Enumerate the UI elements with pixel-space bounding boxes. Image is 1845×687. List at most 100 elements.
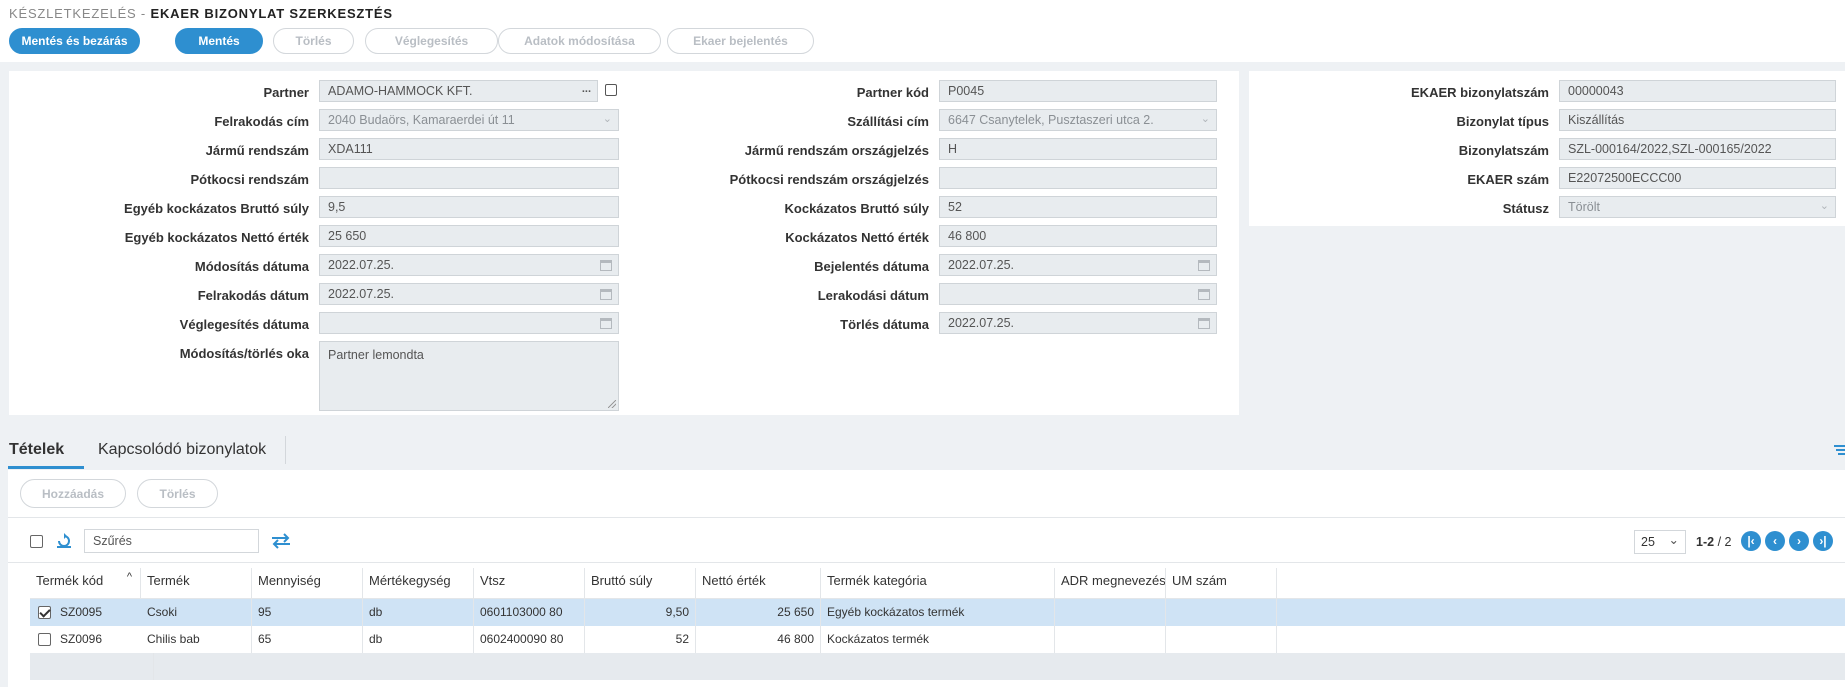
cell-vtsz: 0602400090 80 xyxy=(474,626,585,653)
column-header-category[interactable]: Termék kategória xyxy=(821,568,1055,598)
cell-net-value: 46 800 xyxy=(696,626,821,653)
risky-gross-weight-label: Kockázatos Bruttó súly xyxy=(784,201,929,216)
last-page-icon[interactable]: ›| xyxy=(1813,531,1833,551)
column-header-product[interactable]: Termék xyxy=(141,568,252,598)
calendar-icon[interactable] xyxy=(1198,260,1210,271)
breadcrumb: KÉSZLETKEZELÉS - EKAER BIZONYLAT SZERKES… xyxy=(9,6,393,21)
ellipsis-icon[interactable]: ... xyxy=(582,83,591,95)
ekaer-doc-number-field[interactable]: 00000043 xyxy=(1559,80,1836,102)
trailer-country-field[interactable] xyxy=(939,167,1217,189)
partner-code-field[interactable]: P0045 xyxy=(939,80,1217,102)
empty-row xyxy=(30,653,1845,680)
column-header-um-number[interactable]: UM szám xyxy=(1166,568,1277,598)
calendar-icon[interactable] xyxy=(600,289,612,300)
partner-value: ADAMO-HAMMOCK KFT. xyxy=(328,84,473,98)
calendar-icon[interactable] xyxy=(600,318,612,329)
trailer-plate-field[interactable] xyxy=(319,167,619,189)
toolbar-divider xyxy=(8,517,1845,518)
column-header-vtsz[interactable]: Vtsz xyxy=(474,568,585,598)
unloading-date-field[interactable] xyxy=(939,283,1217,305)
row-checkbox[interactable] xyxy=(38,633,51,646)
first-page-icon[interactable]: |‹ xyxy=(1741,531,1761,551)
partner-field[interactable]: ADAMO-HAMMOCK KFT.... xyxy=(319,80,598,102)
ekaer-number-field[interactable]: E22072500ECCC00 xyxy=(1559,167,1836,189)
modification-date-field[interactable]: 2022.07.25. xyxy=(319,254,619,276)
chevron-down-icon: ⌄ xyxy=(1200,113,1210,125)
cell-um-number xyxy=(1166,599,1277,626)
save-and-close-button[interactable]: Mentés és bezárás xyxy=(9,28,140,54)
pager-total: / 2 xyxy=(1717,535,1732,549)
tab-related-documents[interactable]: Kapcsolódó bizonylatok xyxy=(98,441,266,459)
vehicle-country-label: Jármű rendszám országjelzés xyxy=(744,143,929,158)
add-item-button[interactable]: Hozzáadás xyxy=(20,479,126,508)
reason-label: Módosítás/törlés oka xyxy=(179,346,309,361)
risky-gross-weight-field[interactable]: 52 xyxy=(939,196,1217,218)
doc-type-field[interactable]: Kiszállítás xyxy=(1559,109,1836,131)
column-header-product-code[interactable]: Termék kód ^ xyxy=(30,568,141,598)
doc-type-label: Bizonylat típus xyxy=(1456,114,1549,129)
other-gross-weight-field[interactable]: 9,5 xyxy=(319,196,619,218)
reason-value: Partner lemondta xyxy=(328,348,424,362)
column-header-unit[interactable]: Mértékegység xyxy=(363,568,474,598)
doc-numbers-field[interactable]: SZL-000164/2022,SZL-000165/2022 xyxy=(1559,138,1836,160)
vehicle-country-field[interactable]: H xyxy=(939,138,1217,160)
column-header-adr-name[interactable]: ADR megnevezés xyxy=(1055,568,1166,598)
select-all-checkbox[interactable] xyxy=(30,535,43,548)
loading-date-field[interactable]: 2022.07.25. xyxy=(319,283,619,305)
breadcrumb-parent[interactable]: KÉSZLETKEZELÉS - xyxy=(9,6,146,21)
status-select[interactable]: Törölt ⌄ xyxy=(1559,196,1836,218)
delete-date-field[interactable]: 2022.07.25. xyxy=(939,312,1217,334)
prev-page-icon[interactable]: ‹ xyxy=(1765,531,1785,551)
delivery-address-value: 6647 Csanytelek, Pusztaszeri utca 2. xyxy=(948,113,1154,127)
delivery-address-select[interactable]: 6647 Csanytelek, Pusztaszeri utca 2. ⌄ xyxy=(939,109,1217,131)
swap-icon[interactable] xyxy=(270,532,292,550)
table-row[interactable]: SZ0096 Chilis bab 65 db 0602400090 80 52… xyxy=(30,626,1845,653)
filter-input[interactable]: Szűrés xyxy=(84,529,259,553)
finalize-date-field[interactable] xyxy=(319,312,619,334)
partner-code-label: Partner kód xyxy=(856,85,929,100)
column-header-net-value[interactable]: Nettó érték xyxy=(696,568,821,598)
tab-items[interactable]: Tételek xyxy=(9,441,64,459)
loading-date-label: Felrakodás dátum xyxy=(197,288,309,303)
risky-net-value-field[interactable]: 46 800 xyxy=(939,225,1217,247)
ekaer-report-button[interactable]: Ekaer bejelentés xyxy=(667,28,814,54)
calendar-icon[interactable] xyxy=(1198,318,1210,329)
report-date-label: Bejelentés dátuma xyxy=(814,259,929,274)
modification-date-value: 2022.07.25. xyxy=(328,258,395,272)
cell-product: Chilis bab xyxy=(141,626,252,653)
table-row[interactable]: SZ0095 Csoki 95 db 0601103000 80 9,50 25… xyxy=(30,599,1845,626)
report-date-field[interactable]: 2022.07.25. xyxy=(939,254,1217,276)
chevron-down-icon: ⌄ xyxy=(1819,200,1829,212)
cell-product-code: SZ0096 xyxy=(60,632,103,646)
doc-numbers-label: Bizonylatszám xyxy=(1458,143,1549,158)
column-header-gross-weight[interactable]: Bruttó súly xyxy=(585,568,696,598)
finalize-button[interactable]: Véglegesítés xyxy=(365,28,498,54)
modification-date-label: Módosítás dátuma xyxy=(194,259,309,274)
refresh-icon[interactable] xyxy=(55,532,73,550)
cell-unit: db xyxy=(363,626,474,653)
page-size-select[interactable]: 25 ⌄ xyxy=(1634,530,1686,554)
delete-item-button[interactable]: Törlés xyxy=(137,479,218,508)
other-net-value-field[interactable]: 25 650 xyxy=(319,225,619,247)
calendar-icon[interactable] xyxy=(600,260,612,271)
row-checkbox[interactable] xyxy=(38,606,51,619)
save-button[interactable]: Mentés xyxy=(175,28,263,54)
delete-button[interactable]: Törlés xyxy=(273,28,354,54)
page-title: EKAER BIZONYLAT SZERKESZTÉS xyxy=(150,6,393,21)
cell-category: Kockázatos termék xyxy=(821,626,1055,653)
filter-settings-icon[interactable] xyxy=(1834,445,1845,457)
active-tab-indicator xyxy=(8,466,84,469)
risky-net-value-label: Kockázatos Nettó érték xyxy=(785,230,929,245)
next-page-icon[interactable]: › xyxy=(1789,531,1809,551)
loading-address-select[interactable]: 2040 Budaörs, Kamaraerdei út 11 ⌄ xyxy=(319,109,619,131)
resize-handle-icon[interactable] xyxy=(608,400,616,408)
page-size-value: 25 xyxy=(1641,535,1655,549)
modify-data-button[interactable]: Adatok módosítása xyxy=(498,28,661,54)
partner-label: Partner xyxy=(263,85,309,100)
reason-textarea[interactable]: Partner lemondta xyxy=(319,341,619,411)
cell-category: Egyéb kockázatos termék xyxy=(821,599,1055,626)
column-header-quantity[interactable]: Mennyiség xyxy=(252,568,363,598)
vehicle-plate-field[interactable]: XDA111 xyxy=(319,138,619,160)
edit-icon[interactable] xyxy=(605,84,617,96)
calendar-icon[interactable] xyxy=(1198,289,1210,300)
